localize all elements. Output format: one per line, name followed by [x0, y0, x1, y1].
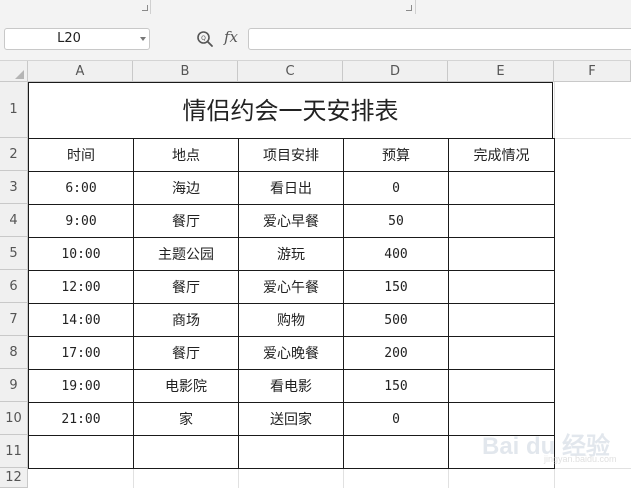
cell-activity[interactable]: 购物 — [238, 303, 344, 337]
row-header-7[interactable]: 7 — [0, 303, 27, 336]
cell-status[interactable] — [448, 237, 555, 271]
column-header-bar: A B C D E F — [0, 60, 631, 82]
fx-button[interactable]: fx — [224, 28, 238, 46]
cell-activity[interactable]: 爱心晚餐 — [238, 336, 344, 370]
header-cell-budget[interactable]: 预算 — [343, 138, 449, 172]
column-header-f[interactable]: F — [554, 61, 631, 82]
select-all-icon — [15, 70, 24, 79]
cell-time[interactable]: 12:00 — [28, 270, 134, 304]
cell-activity[interactable] — [238, 435, 344, 469]
header-cell-status[interactable]: 完成情况 — [448, 138, 555, 172]
table-row: 6:00 海边 看日出 0 — [28, 171, 555, 205]
table-row — [28, 435, 555, 469]
row-header-3[interactable]: 3 — [0, 171, 27, 204]
watermark-subtext: jingyan.baidu.com — [544, 454, 617, 464]
row-header-10[interactable]: 10 — [0, 402, 27, 435]
cell-activity[interactable]: 爱心早餐 — [238, 204, 344, 238]
svg-text:Q: Q — [201, 35, 206, 42]
header-cell-activity[interactable]: 项目安排 — [238, 138, 344, 172]
column-header-b[interactable]: B — [133, 61, 238, 82]
cell-budget[interactable]: 200 — [343, 336, 449, 370]
ribbon-separator — [415, 0, 416, 14]
column-header-d[interactable]: D — [343, 61, 448, 82]
cell-time[interactable]: 6:00 — [28, 171, 134, 205]
cell-place[interactable]: 电影院 — [133, 369, 239, 403]
cell-place[interactable]: 家 — [133, 402, 239, 436]
column-header-e[interactable]: E — [448, 61, 554, 82]
row-header-9[interactable]: 9 — [0, 369, 27, 402]
row-header-11[interactable]: 11 — [0, 435, 27, 468]
table-row: 14:00 商场 购物 500 — [28, 303, 555, 337]
ribbon-strip — [0, 0, 631, 19]
row-header-bar: 1 2 3 4 5 6 7 8 9 10 11 12 — [0, 82, 28, 488]
cell-place[interactable]: 商场 — [133, 303, 239, 337]
header-row: 时间 地点 项目安排 预算 完成情况 — [28, 138, 555, 172]
column-header-a[interactable]: A — [28, 61, 133, 82]
table-row: 21:00 家 送回家 0 — [28, 402, 555, 436]
cell-place[interactable]: 主题公园 — [133, 237, 239, 271]
ribbon-expand-icon[interactable] — [142, 5, 148, 11]
cell-budget[interactable]: 0 — [343, 402, 449, 436]
column-header-c[interactable]: C — [238, 61, 343, 82]
table-row: 12:00 餐厅 爱心午餐 150 — [28, 270, 555, 304]
cell-budget[interactable]: 0 — [343, 171, 449, 205]
zoom-formula-icon[interactable]: Q — [196, 30, 214, 48]
name-box-value: L20 — [57, 31, 81, 46]
row-header-1[interactable]: 1 — [0, 82, 27, 138]
cell-activity[interactable]: 看日出 — [238, 171, 344, 205]
table-row: 19:00 电影院 看电影 150 — [28, 369, 555, 403]
table-row: 17:00 餐厅 爱心晚餐 200 — [28, 336, 555, 370]
ribbon-expand-icon[interactable] — [406, 5, 412, 11]
cell-time[interactable]: 14:00 — [28, 303, 134, 337]
cell-place[interactable]: 餐厅 — [133, 204, 239, 238]
table-title[interactable]: 情侣约会一天安排表 — [28, 82, 553, 138]
cell-budget[interactable] — [343, 435, 449, 469]
cell-activity[interactable]: 送回家 — [238, 402, 344, 436]
name-box[interactable]: L20 — [4, 28, 150, 50]
cell-place[interactable] — [133, 435, 239, 469]
row-header-2[interactable]: 2 — [0, 138, 27, 171]
table-row: 9:00 餐厅 爱心早餐 50 — [28, 204, 555, 238]
cell-time[interactable]: 17:00 — [28, 336, 134, 370]
row-header-5[interactable]: 5 — [0, 237, 27, 270]
cell-status[interactable] — [448, 270, 555, 304]
formula-bar: L20 Q fx — [0, 18, 631, 60]
cell-time[interactable]: 19:00 — [28, 369, 134, 403]
cell-time[interactable] — [28, 435, 134, 469]
cell-time[interactable]: 10:00 — [28, 237, 134, 271]
row-header-4[interactable]: 4 — [0, 204, 27, 237]
cell-time[interactable]: 21:00 — [28, 402, 134, 436]
cell-budget[interactable]: 500 — [343, 303, 449, 337]
cell-budget[interactable]: 400 — [343, 237, 449, 271]
formula-input[interactable] — [248, 28, 631, 50]
cell-activity[interactable]: 看电影 — [238, 369, 344, 403]
cell-place[interactable]: 海边 — [133, 171, 239, 205]
header-cell-place[interactable]: 地点 — [133, 138, 239, 172]
table-row: 10:00 主题公园 游玩 400 — [28, 237, 555, 271]
ribbon-separator — [150, 0, 151, 14]
cell-budget[interactable]: 50 — [343, 204, 449, 238]
cell-status[interactable] — [448, 336, 555, 370]
cell-place[interactable]: 餐厅 — [133, 336, 239, 370]
row-header-12[interactable]: 12 — [0, 468, 27, 488]
row-header-6[interactable]: 6 — [0, 270, 27, 303]
cell-budget[interactable]: 150 — [343, 270, 449, 304]
row-header-8[interactable]: 8 — [0, 336, 27, 369]
cell-time[interactable]: 9:00 — [28, 204, 134, 238]
cell-budget[interactable]: 150 — [343, 369, 449, 403]
cell-status[interactable] — [448, 204, 555, 238]
cell-status[interactable] — [448, 369, 555, 403]
schedule-table: 时间 地点 项目安排 预算 完成情况 6:00 海边 看日出 0 9:00 餐厅… — [28, 138, 555, 469]
header-cell-time[interactable]: 时间 — [28, 138, 134, 172]
cell-activity[interactable]: 游玩 — [238, 237, 344, 271]
cell-status[interactable] — [448, 171, 555, 205]
select-all-button[interactable] — [0, 61, 28, 82]
cell-status[interactable] — [448, 303, 555, 337]
baidu-watermark: Bai du 经验 jingyan.baidu.com — [482, 420, 631, 470]
cell-activity[interactable]: 爱心午餐 — [238, 270, 344, 304]
chevron-down-icon[interactable] — [140, 37, 146, 41]
cell-place[interactable]: 餐厅 — [133, 270, 239, 304]
